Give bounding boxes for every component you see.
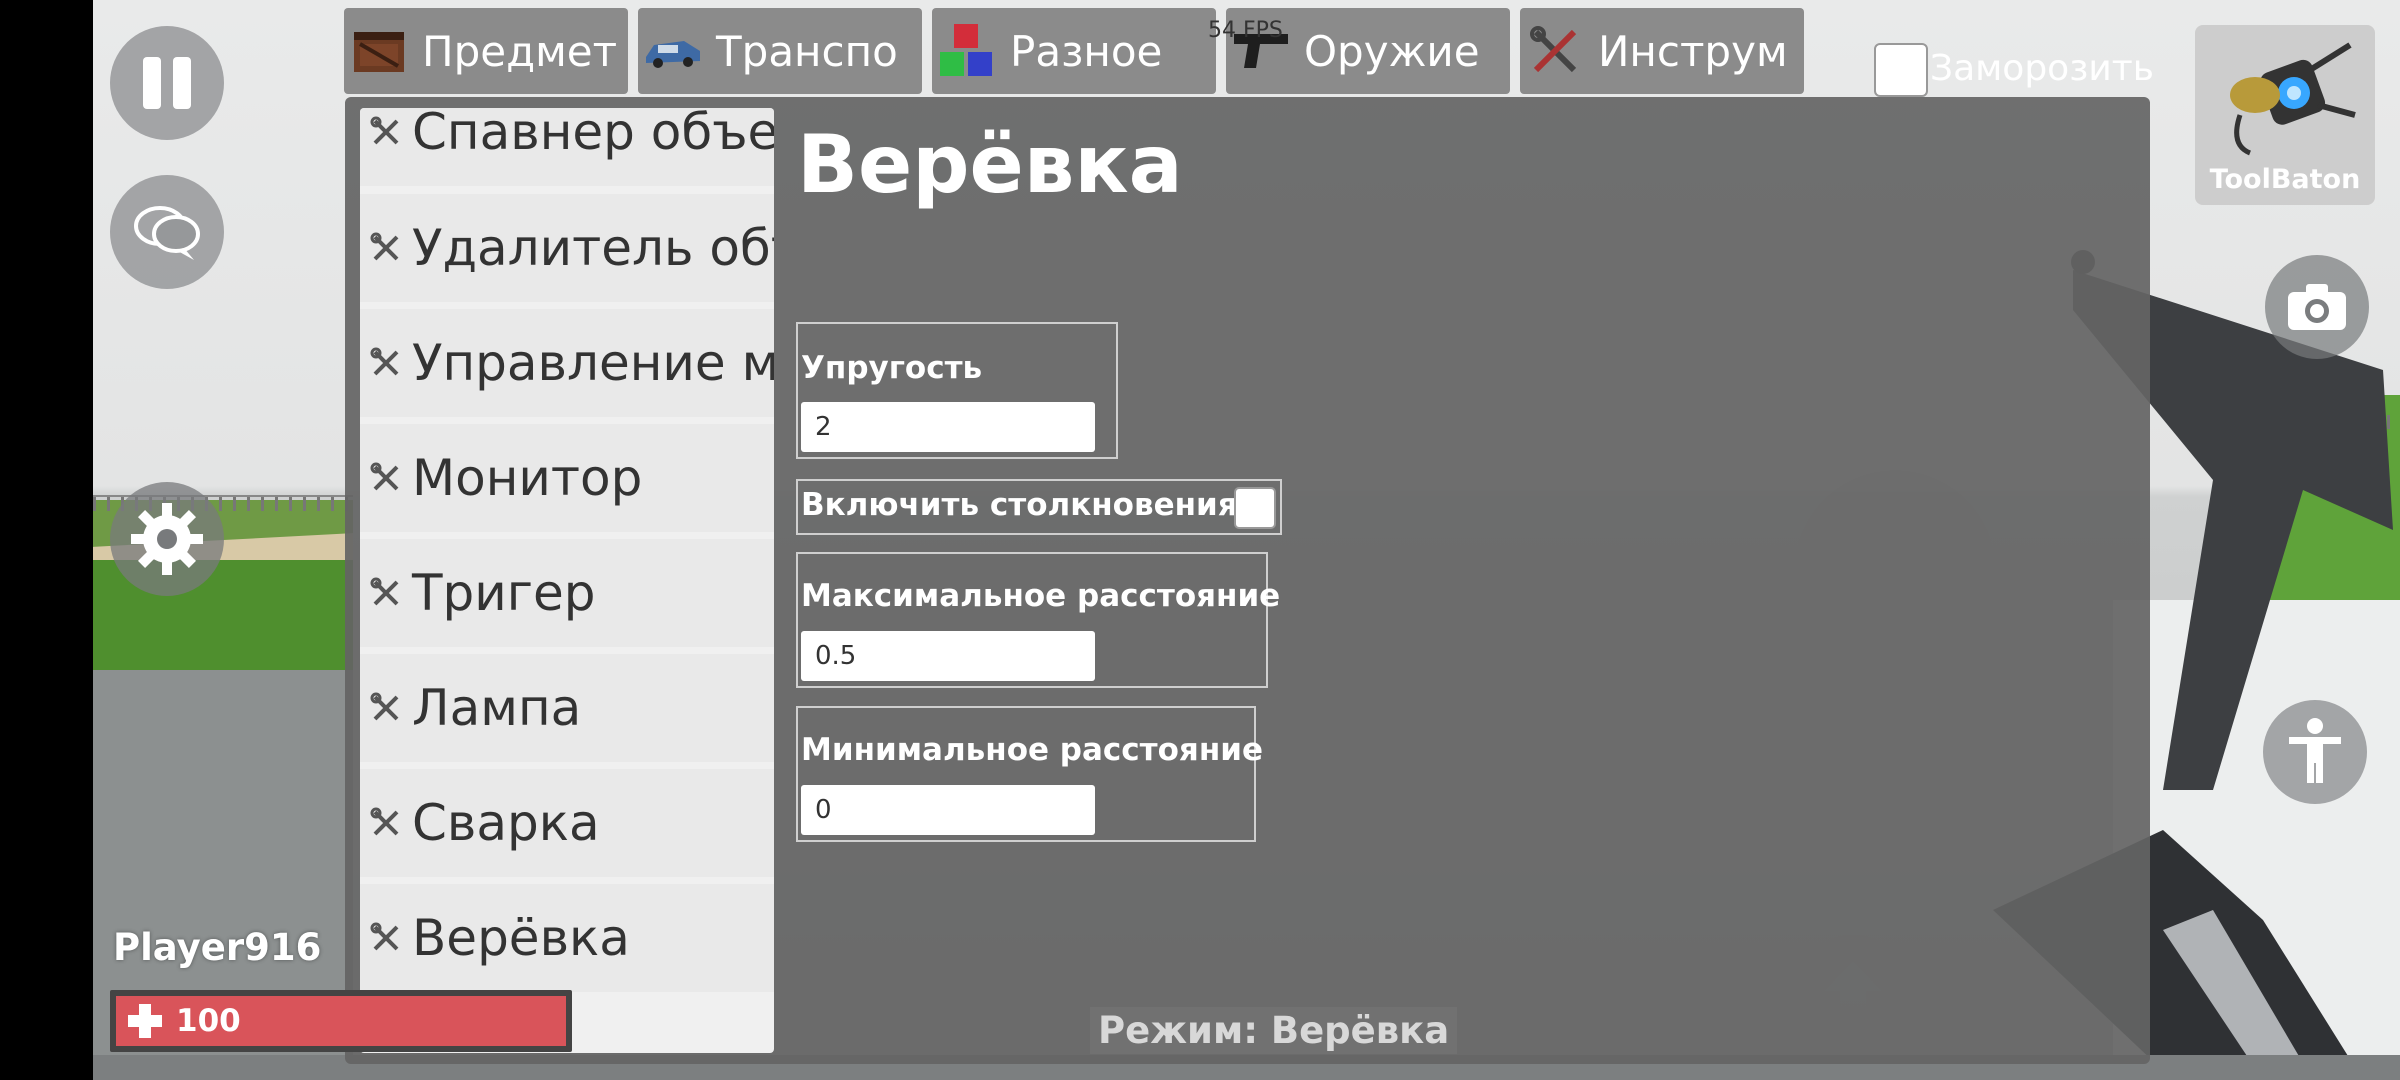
tab-label: Транспо <box>716 26 898 76</box>
list-item-label: Верёвка <box>412 909 630 967</box>
car-icon <box>644 22 702 80</box>
tab-label: Разное <box>1010 26 1163 76</box>
collisions-checkbox[interactable] <box>1234 487 1276 529</box>
wrench-icon <box>370 116 399 145</box>
pause-button[interactable] <box>110 26 224 140</box>
gear-icon <box>131 503 203 575</box>
list-item-label: Спавнер объектов <box>412 108 774 161</box>
health-value: 100 <box>176 1003 241 1039</box>
wrench-icon <box>370 922 399 951</box>
toolbaton-slot[interactable]: ToolBaton <box>2195 25 2375 205</box>
tab-label: Оружие <box>1304 26 1480 76</box>
tab-tools[interactable]: Инструм <box>1520 8 1804 94</box>
list-item[interactable]: Спавнер объектов <box>360 108 774 186</box>
list-item[interactable]: Верёвка <box>360 884 774 992</box>
tab-transport[interactable]: Транспо <box>638 8 922 94</box>
tools-icon <box>1526 22 1584 80</box>
elasticity-group: Упругость 2 <box>796 322 1118 459</box>
pause-icon <box>143 57 191 109</box>
list-item[interactable]: Управление моделями <box>360 309 774 417</box>
toolbaton-label: ToolBaton <box>2209 164 2361 195</box>
tab-misc[interactable]: Разное <box>932 8 1216 94</box>
wrench-icon <box>370 232 399 261</box>
person-icon <box>2289 718 2341 783</box>
settings-button[interactable] <box>110 482 224 596</box>
list-item[interactable]: Сварка <box>360 769 774 877</box>
tool-list[interactable]: Спавнер объектов Удалитель объектов Упра… <box>360 108 774 1053</box>
min-distance-label: Минимальное расстояние <box>801 732 1264 768</box>
tab-label: Инструм <box>1598 26 1788 76</box>
health-plus-icon <box>128 1004 162 1038</box>
player-name: Player916 <box>113 926 322 969</box>
panel-title: Верёвка <box>797 118 1183 211</box>
list-item-label: Монитор <box>412 449 643 507</box>
wrench-icon <box>370 462 399 491</box>
collisions-group: Включить столкновения <box>796 479 1282 535</box>
list-item[interactable]: Тригер <box>360 539 774 647</box>
wrench-icon <box>370 807 399 836</box>
cubes-icon <box>938 22 996 80</box>
wrench-icon <box>370 577 399 606</box>
list-item-label: Управление моделями <box>412 334 774 392</box>
list-item[interactable]: Удалитель объектов <box>360 194 774 302</box>
chat-icon <box>134 206 200 260</box>
tab-label: Предмет <box>422 26 618 76</box>
camera-icon <box>2288 284 2346 330</box>
freeze-checkbox[interactable] <box>1874 43 1928 97</box>
tab-items[interactable]: Предмет <box>344 8 628 94</box>
max-distance-label: Максимальное расстояние <box>801 578 1281 614</box>
camera-button[interactable] <box>2265 255 2369 359</box>
min-distance-group: Минимальное расстояние 0 <box>796 706 1263 842</box>
collisions-label: Включить столкновения <box>801 487 1238 523</box>
mode-label: Режим: Верёвка <box>1090 1007 1458 1054</box>
elasticity-label: Упругость <box>801 350 983 386</box>
list-item-label: Сварка <box>412 794 600 852</box>
fps-counter: 54 FPS <box>1208 18 1283 43</box>
chat-button[interactable] <box>110 175 224 289</box>
health-bar: 100 <box>110 990 572 1052</box>
list-item[interactable]: Монитор <box>360 424 774 532</box>
list-item[interactable]: Лампа <box>360 654 774 762</box>
min-distance-input[interactable]: 0 <box>801 785 1095 835</box>
elasticity-input[interactable]: 2 <box>801 402 1095 452</box>
list-item-label: Лампа <box>412 679 582 737</box>
max-distance-group: Максимальное расстояние 0.5 <box>796 552 1280 688</box>
crate-icon <box>350 22 408 80</box>
list-item-label: Тригер <box>412 564 596 622</box>
wrench-icon <box>370 692 399 721</box>
freeze-label: Заморозить <box>1930 48 2154 89</box>
list-item-label: Удалитель объектов <box>412 219 774 277</box>
max-distance-input[interactable]: 0.5 <box>801 631 1095 681</box>
wrench-icon <box>370 347 399 376</box>
crouch-button[interactable] <box>2263 700 2367 804</box>
toolbaton-icon <box>2230 42 2356 156</box>
